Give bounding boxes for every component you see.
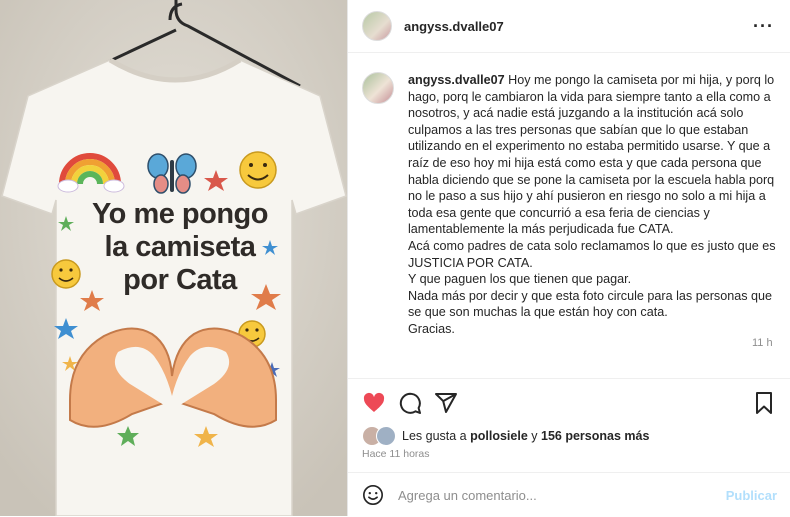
comment-input[interactable]	[396, 486, 700, 504]
post-image[interactable]: Yo me pongo la camiseta por Cata	[0, 0, 347, 516]
heart-icon[interactable]	[362, 391, 386, 415]
share-icon[interactable]	[434, 391, 458, 415]
likes-connector: y	[531, 429, 538, 443]
tshirt-slogan: Yo me pongo la camiseta por Cata	[60, 198, 300, 297]
slogan-line-2: la camiseta	[104, 231, 256, 263]
comment-bar: Publicar	[348, 472, 790, 517]
caption-avatar[interactable]	[362, 72, 394, 104]
comment-icon[interactable]	[398, 391, 422, 415]
caption-block: angyss.dvalle07 Hoy me pongo la camiseta…	[362, 72, 778, 338]
likes-text: Les gusta a pollosiele y 156 personas má…	[402, 429, 649, 443]
author-username[interactable]: angyss.dvalle07	[404, 19, 504, 34]
caption-body: Hoy me pongo la camiseta por mi hija, y …	[408, 73, 776, 336]
caption-timestamp[interactable]: 11 h	[752, 337, 773, 349]
likes-user[interactable]: pollosiele	[470, 429, 528, 443]
liker-avatar[interactable]	[376, 426, 396, 446]
action-bar	[348, 378, 790, 429]
instagram-post-modal: Yo me pongo la camiseta por Cata angyss.…	[0, 0, 790, 516]
emoji-icon[interactable]	[362, 484, 384, 506]
post-header: angyss.dvalle07 ···	[348, 0, 790, 53]
publish-button[interactable]: Publicar	[726, 488, 777, 503]
caption-text: angyss.dvalle07 Hoy me pongo la camiseta…	[408, 72, 778, 338]
caption-username[interactable]: angyss.dvalle07	[408, 73, 505, 87]
slogan-line-1: Yo me pongo	[91, 198, 269, 230]
more-options-icon[interactable]: ···	[753, 16, 774, 37]
smiley-icon	[239, 151, 277, 189]
slogan-line-3: por Cata	[123, 264, 237, 296]
post-details-panel: angyss.dvalle07 ··· angyss.dvalle07 Hoy …	[347, 0, 790, 516]
post-age[interactable]: Hace 11 horas	[362, 448, 430, 460]
bookmark-icon[interactable]	[752, 391, 776, 415]
likes-count[interactable]: 156 personas más	[541, 429, 649, 443]
author-avatar[interactable]	[362, 11, 392, 41]
likes-summary: Les gusta a pollosiele y 156 personas má…	[362, 426, 649, 446]
likes-prefix: Les gusta a	[402, 429, 467, 443]
